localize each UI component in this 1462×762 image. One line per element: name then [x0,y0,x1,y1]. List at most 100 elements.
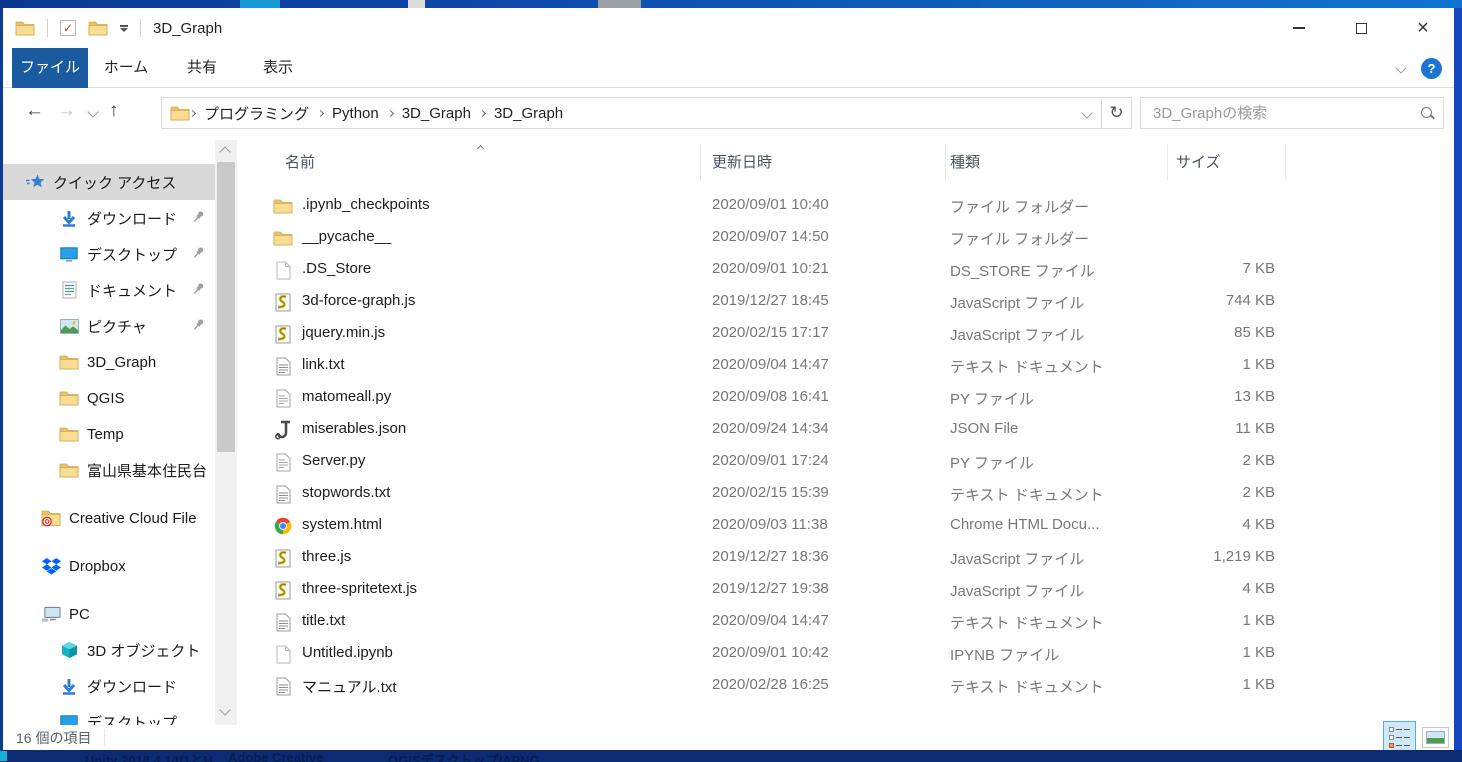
sidebar-item-ドキュメント[interactable]: ドキュメント [3,272,215,308]
back-button[interactable]: ← [25,100,44,122]
folder-icon [273,196,293,216]
file-row[interactable]: Server.py2020/09/01 17:24PY ファイル2 KB [240,446,1454,478]
sidebar-item-Creative Cloud File[interactable]: Creative Cloud File [3,500,215,536]
file-size: 4 KB [1127,516,1275,533]
file-row[interactable]: title.txt2020/09/04 14:47テキスト ドキュメント1 KB [240,606,1454,638]
js-file-icon [273,580,293,600]
address-bar[interactable]: プログラミング Python 3D_Graph 3D_Graph ↻ [161,97,1132,129]
dropbox-icon [41,556,61,576]
column-header-date[interactable]: 更新日時 [712,151,772,172]
tab-home[interactable]: ホーム [88,48,164,88]
maximize-button[interactable] [1330,8,1392,48]
column-divider[interactable] [945,144,946,180]
scroll-up-icon[interactable] [219,146,230,157]
sidebar-item-ダウンロード[interactable]: ダウンロード [3,200,215,236]
file-name: title.txt [302,612,345,629]
sidebar-item-label: デスクトップ [87,712,177,726]
column-header-type[interactable]: 種類 [950,151,980,172]
address-dropdown-button[interactable] [1073,98,1101,128]
sidebar-item-富山県基本住民台[interactable]: 富山県基本住民台 [3,452,215,488]
sidebar-item-Temp[interactable]: Temp [3,416,215,452]
file-date-modified: 2020/09/24 14:34 [712,420,829,437]
column-divider[interactable] [1285,144,1286,180]
scroll-down-icon[interactable] [219,704,230,715]
file-date-modified: 2020/09/01 17:24 [712,452,829,469]
customize-toolbar-caret-icon[interactable] [120,28,128,32]
sidebar-item-3D オブジェクト[interactable]: 3D オブジェクト [3,632,215,668]
new-folder-icon[interactable] [88,18,108,38]
file-row[interactable]: 3d-force-graph.js2019/12/27 18:45JavaScr… [240,286,1454,318]
forward-button[interactable]: → [57,100,76,122]
help-icon[interactable]: ? [1421,58,1442,79]
file-row[interactable]: three.js2019/12/27 18:36JavaScript ファイル1… [240,542,1454,574]
file-row[interactable]: link.txt2020/09/04 14:47テキスト ドキュメント1 KB [240,350,1454,382]
breadcrumb-segment[interactable]: Python [332,105,379,122]
file-row[interactable]: miserables.json2020/09/24 14:34JSON File… [240,414,1454,446]
properties-check-icon[interactable]: ✓ [60,20,76,36]
chevron-right-icon[interactable] [387,109,394,116]
scrollbar-thumb[interactable] [217,162,235,452]
file-name: stopwords.txt [302,484,390,501]
file-name: system.html [302,516,382,533]
sidebar-item-label: ドキュメント [87,280,177,301]
sidebar-item-ダウンロード[interactable]: ダウンロード [3,668,215,704]
taskbar-sliver: Unity 2018.4.14f1とHAdobe CreativeQGISデスク… [0,750,1462,762]
up-button[interactable]: ↑ [109,100,119,122]
breadcrumb-segment[interactable]: 3D_Graph [494,105,563,122]
breadcrumb-segment[interactable]: 3D_Graph [402,105,471,122]
file-row[interactable]: .DS_Store2020/09/01 10:21DS_STORE ファイル7 … [240,254,1454,286]
sidebar-item-3D_Graph[interactable]: 3D_Graph [3,344,215,380]
sidebar-scrollbar[interactable] [215,140,237,725]
file-date-modified: 2020/09/04 14:47 [712,612,829,629]
tab-view[interactable]: 表示 [240,48,316,88]
file-size: 1 KB [1127,644,1275,661]
sidebar-item-Dropbox[interactable]: Dropbox [3,548,215,584]
file-row[interactable]: matomeall.py2020/09/08 16:41PY ファイル13 KB [240,382,1454,414]
chevron-right-icon[interactable] [317,109,324,116]
sidebar-item-QGIS[interactable]: QGIS [3,380,215,416]
file-row[interactable]: .ipynb_checkpoints2020/09/01 10:40ファイル フ… [240,190,1454,222]
file-row[interactable]: Untitled.ipynb2020/09/01 10:42IPYNB ファイル… [240,638,1454,670]
file-row[interactable]: stopwords.txt2020/02/15 15:39テキスト ドキュメント… [240,478,1454,510]
column-divider[interactable] [1167,144,1168,180]
collapse-ribbon-chevron-icon[interactable] [1395,62,1406,73]
column-header-name[interactable]: 名前 [285,151,315,172]
minimize-button[interactable] [1268,8,1330,48]
large-icons-view-button[interactable] [1422,727,1449,748]
py-file-icon [273,452,293,472]
sidebar-item-label: ピクチャ [87,316,147,337]
window-controls: × [1268,8,1454,48]
column-header-size[interactable]: サイズ [1176,151,1221,172]
search-icon[interactable] [1420,106,1435,121]
sidebar-item-デスクトップ[interactable]: デスクトップ [3,236,215,272]
sidebar-item-label: Temp [87,426,124,443]
file-row[interactable]: system.html2020/09/03 11:38Chrome HTML D… [240,510,1454,542]
column-divider[interactable] [700,144,701,180]
js-file-icon [273,548,293,568]
tab-share[interactable]: 共有 [164,48,240,88]
file-row[interactable]: マニュアル.txt2020/02/28 16:25テキスト ドキュメント1 KB [240,670,1454,702]
file-date-modified: 2020/09/08 16:41 [712,388,829,405]
close-button[interactable]: × [1392,8,1454,48]
sidebar-item-ピクチャ[interactable]: ピクチャ [3,308,215,344]
documents-icon [59,280,79,300]
window-title: 3D_Graph [153,20,222,37]
tab-file[interactable]: ファイル [12,48,88,88]
file-row[interactable]: jquery.min.js2020/02/15 17:17JavaScript … [240,318,1454,350]
taskbar-window-title-fragment: Unity 2018.4.14f1とH [85,750,213,762]
sidebar-item-クイック アクセス[interactable]: クイック アクセス [3,164,215,200]
breadcrumb-segment[interactable]: プログラミング [204,103,309,124]
recent-locations-chevron-icon[interactable] [87,106,98,117]
search-input[interactable] [1153,105,1420,122]
file-row[interactable]: three-spritetext.js2019/12/27 19:38JavaS… [240,574,1454,606]
sidebar-item-デスクトップ[interactable]: デスクトップ [3,704,215,725]
quick-access-icon [25,172,45,192]
chevron-right-icon[interactable] [479,109,486,116]
sort-ascending-caret-icon[interactable] [478,138,483,155]
refresh-button[interactable]: ↻ [1101,98,1131,128]
chevron-right-icon[interactable] [189,109,196,116]
file-size: 85 KB [1127,324,1275,341]
sidebar-item-PC[interactable]: PC [3,596,215,632]
search-box[interactable] [1140,97,1444,129]
file-row[interactable]: __pycache__2020/09/07 14:50ファイル フォルダー [240,222,1454,254]
